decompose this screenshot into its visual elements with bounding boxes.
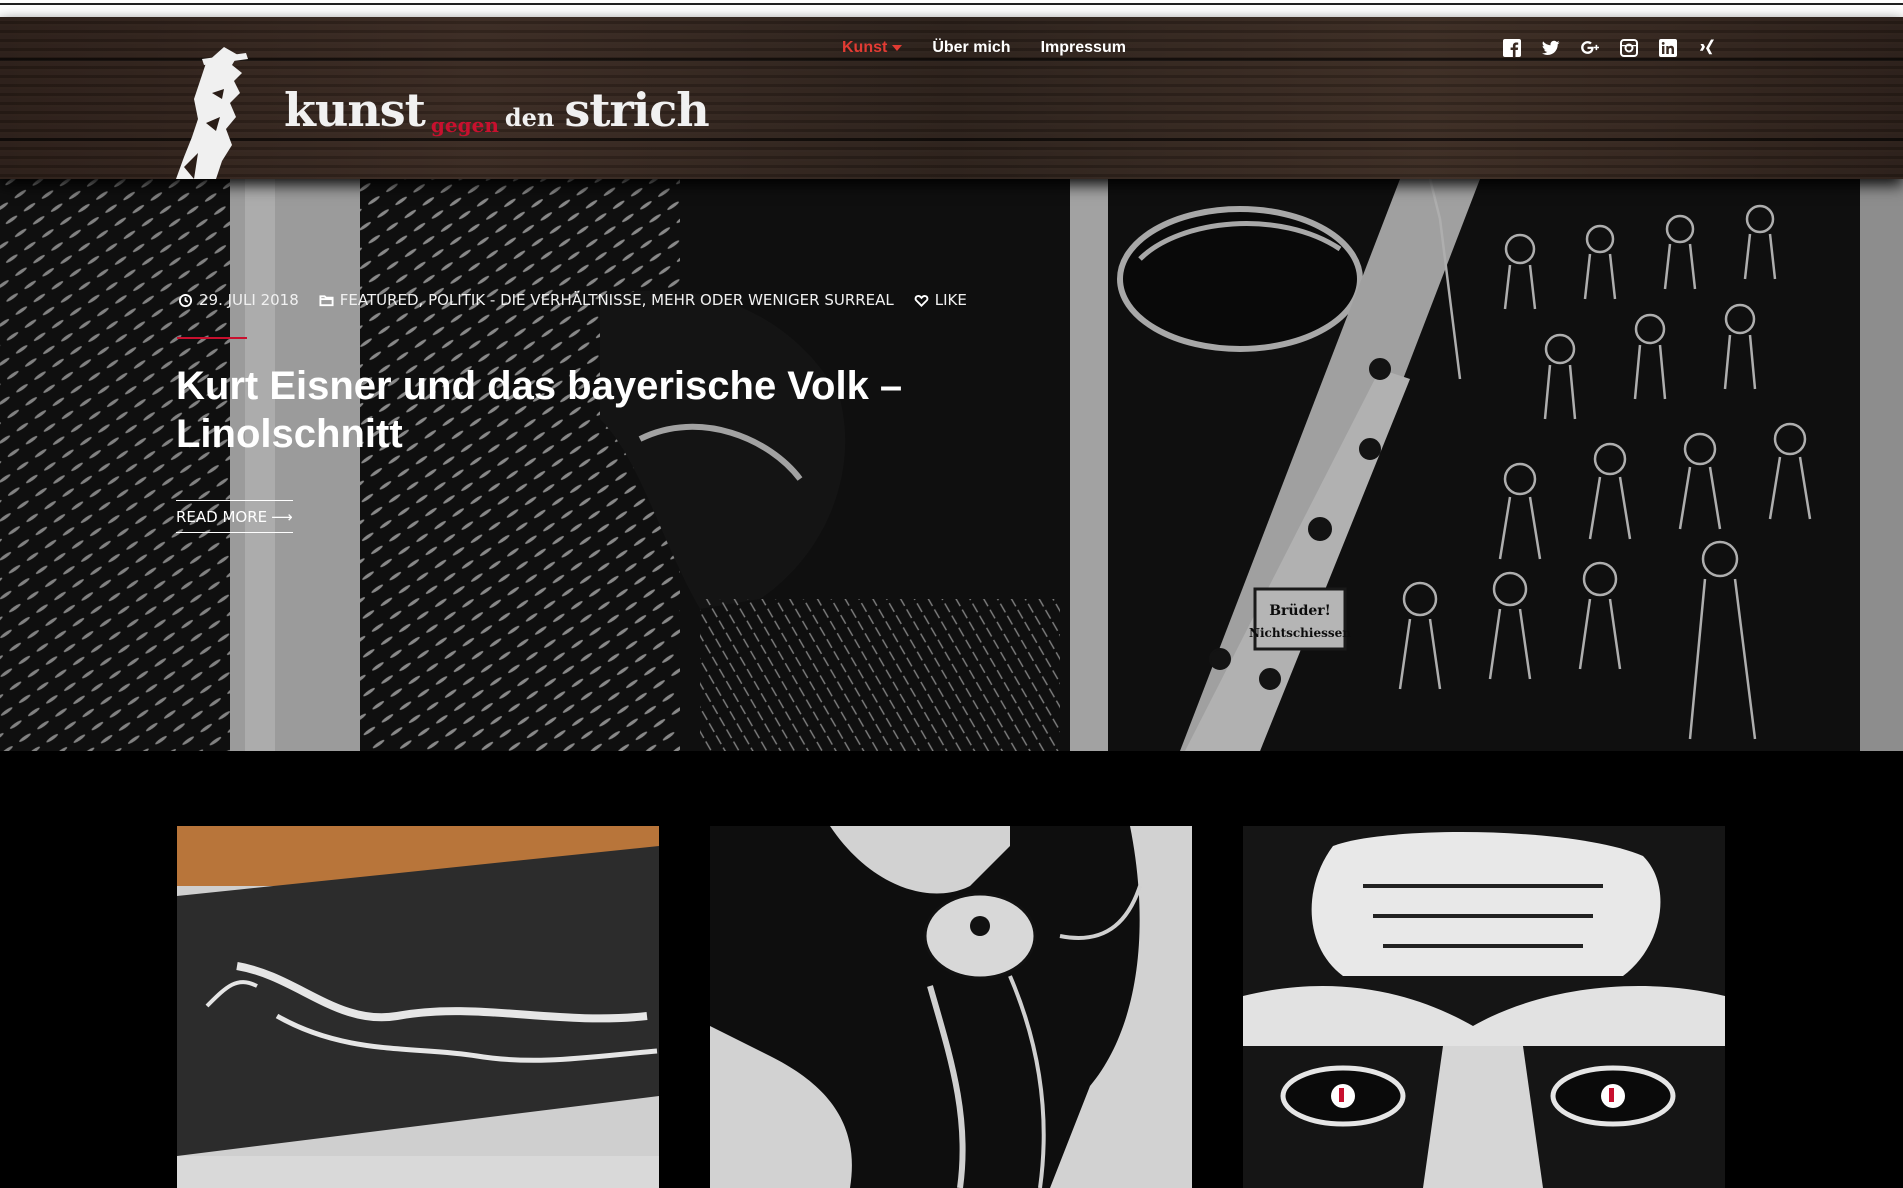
logo-word-den: den xyxy=(504,103,555,132)
nav-item-kunst[interactable]: Kunst xyxy=(842,39,903,57)
heart-icon xyxy=(914,293,929,308)
post-card-1[interactable] xyxy=(177,826,659,1188)
like-button[interactable]: LIKE xyxy=(914,291,967,309)
hero-post: Brüder! Nichtschiessen 29. JULI 2018 FEA… xyxy=(0,179,1903,751)
logo-wordmark: kunst gegen den strich xyxy=(284,83,710,137)
logo-figure-icon xyxy=(176,47,248,179)
post-card-2[interactable] xyxy=(710,826,1192,1188)
post-date: 29. JULI 2018 xyxy=(178,291,299,309)
like-label: LIKE xyxy=(934,291,967,309)
twitter-icon[interactable] xyxy=(1540,37,1562,59)
arrow-right-icon: ⟶ xyxy=(271,508,293,526)
nav-item-label: Über mich xyxy=(932,39,1011,56)
folder-icon xyxy=(319,293,334,308)
nav-item-label: Kunst xyxy=(842,39,888,56)
post-card-image xyxy=(1243,826,1725,1188)
xing-icon[interactable] xyxy=(1696,37,1718,59)
instagram-icon[interactable] xyxy=(1618,37,1640,59)
nav-item-impressum[interactable]: Impressum xyxy=(1041,39,1126,57)
nav-item-ueber-mich[interactable]: Über mich xyxy=(932,39,1010,57)
social-links xyxy=(1501,37,1735,59)
top-strip xyxy=(0,0,1903,17)
post-date-text: 29. JULI 2018 xyxy=(199,291,299,309)
post-card-image xyxy=(177,826,659,1188)
post-grid xyxy=(177,826,1776,1188)
post-card-3[interactable] xyxy=(1243,826,1725,1188)
logo-word-gegen: gegen xyxy=(430,113,499,137)
read-more-label: READ MORE xyxy=(176,508,268,526)
nav-item-label: Impressum xyxy=(1040,39,1126,56)
post-categories-text[interactable]: FEATURED, POLITIK - DIE VERHÄLTNISSE, ME… xyxy=(340,291,894,309)
linkedin-icon[interactable] xyxy=(1657,37,1679,59)
logo-word-strich: strich xyxy=(564,83,709,137)
main-nav: Kunst Über mich Impressum xyxy=(842,39,1156,57)
hero-overlay xyxy=(0,179,1903,751)
logo-word-kunst: kunst xyxy=(284,83,426,137)
clock-icon xyxy=(178,293,193,308)
post-title[interactable]: Kurt Eisner und das bayerische Volk – Li… xyxy=(176,362,1076,458)
site-logo[interactable]: kunst gegen den strich xyxy=(176,33,710,179)
post-meta: 29. JULI 2018 FEATURED, POLITIK - DIE VE… xyxy=(178,291,987,309)
chevron-down-icon xyxy=(892,45,903,51)
site-header: kunst gegen den strich Kunst Über mich Impr… xyxy=(0,17,1903,179)
facebook-icon[interactable] xyxy=(1501,37,1523,59)
post-categories[interactable]: FEATURED, POLITIK - DIE VERHÄLTNISSE, ME… xyxy=(319,291,894,309)
title-accent-rule xyxy=(177,337,247,339)
post-card-image xyxy=(710,826,1192,1188)
read-more-button[interactable]: READ MORE ⟶ xyxy=(176,500,293,533)
google-plus-icon[interactable] xyxy=(1579,37,1601,59)
